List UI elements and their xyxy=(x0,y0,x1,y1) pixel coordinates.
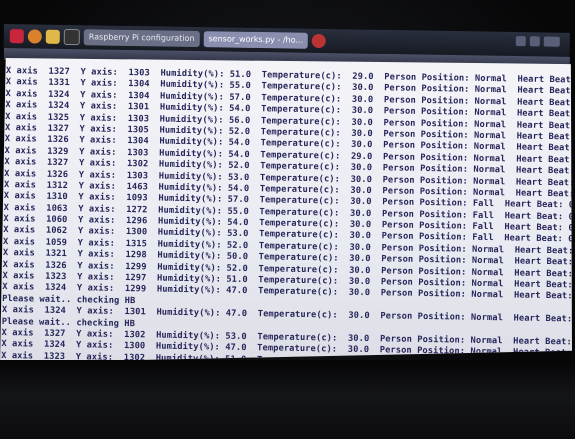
terminal-window[interactable]: X axis 1327 Y axis: 1303 Humidity(%): 51… xyxy=(0,58,572,363)
app-icon[interactable] xyxy=(311,33,327,49)
clock-icon[interactable] xyxy=(543,36,560,47)
terminal-icon[interactable] xyxy=(63,28,80,46)
system-tray xyxy=(515,36,560,47)
raspberry-menu-icon[interactable] xyxy=(9,29,24,44)
browser-icon[interactable] xyxy=(27,29,42,44)
volume-icon[interactable] xyxy=(529,36,540,47)
terminal-output: X axis 1327 Y axis: 1303 Humidity(%): 51… xyxy=(1,66,572,363)
taskbar-tab-sensor-works[interactable]: sensor_works.py - /ho... xyxy=(203,31,309,49)
monitor-bezel xyxy=(0,360,575,439)
network-icon[interactable] xyxy=(515,36,526,47)
folder-icon[interactable] xyxy=(45,29,60,44)
taskbar-tab-config[interactable]: Raspberry Pi configuration xyxy=(83,29,200,48)
